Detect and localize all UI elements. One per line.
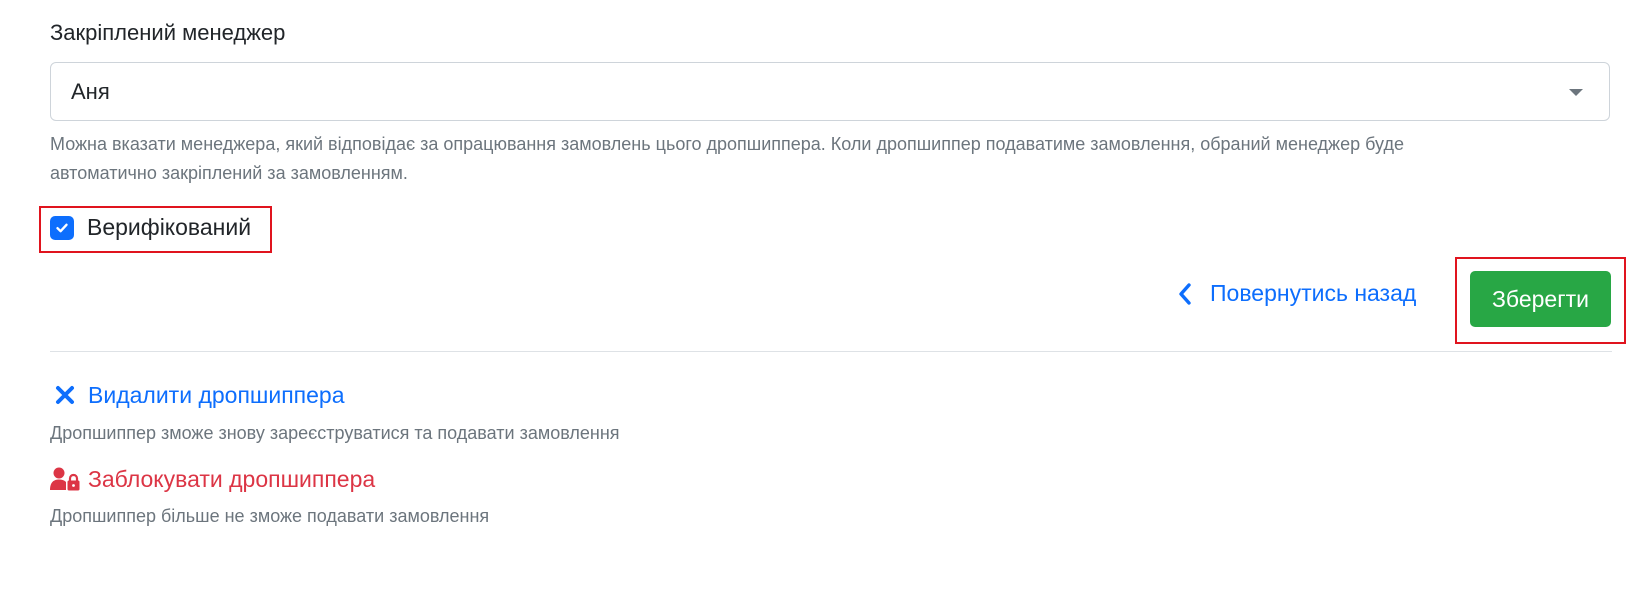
back-link-label: Повернутись назад [1210, 280, 1417, 306]
close-icon [50, 380, 80, 410]
block-dropshipper-label: Заблокувати дропшиппера [88, 465, 376, 492]
delete-dropshipper-help: Дропшиппер зможе знову зареєструватися т… [50, 423, 620, 443]
save-button[interactable]: Зберегти [1470, 271, 1611, 327]
block-dropshipper-link[interactable]: Заблокувати дропшиппера [50, 464, 375, 494]
manager-help-text: Можна вказати менеджера, який відповідає… [50, 130, 1610, 188]
chevron-left-icon [1179, 282, 1191, 305]
manager-select-value: Аня [71, 78, 110, 104]
caret-down-icon [1569, 89, 1583, 96]
check-icon [56, 223, 68, 233]
manager-help-line-1: Можна вказати менеджера, який відповідає… [50, 134, 1404, 154]
user-lock-icon [50, 464, 80, 494]
back-link[interactable]: Повернутись назад [1178, 280, 1416, 307]
delete-dropshipper-label: Видалити дропшиппера [88, 381, 345, 408]
manager-select[interactable]: Аня [50, 62, 1610, 121]
manager-help-line-2: автоматично закріплений за замовленням. [50, 163, 408, 183]
verified-label[interactable]: Верифікований [87, 214, 251, 241]
block-dropshipper-help: Дропшиппер більше не зможе подавати замо… [50, 506, 490, 526]
manager-label: Закріплений менеджер [50, 20, 286, 45]
dropshipper-settings-form: Закріплений менеджер Аня Можна вказати м… [0, 0, 1652, 594]
verified-checkbox[interactable] [50, 216, 74, 240]
section-divider [50, 351, 1612, 352]
delete-dropshipper-link[interactable]: Видалити дропшиппера [50, 380, 344, 410]
